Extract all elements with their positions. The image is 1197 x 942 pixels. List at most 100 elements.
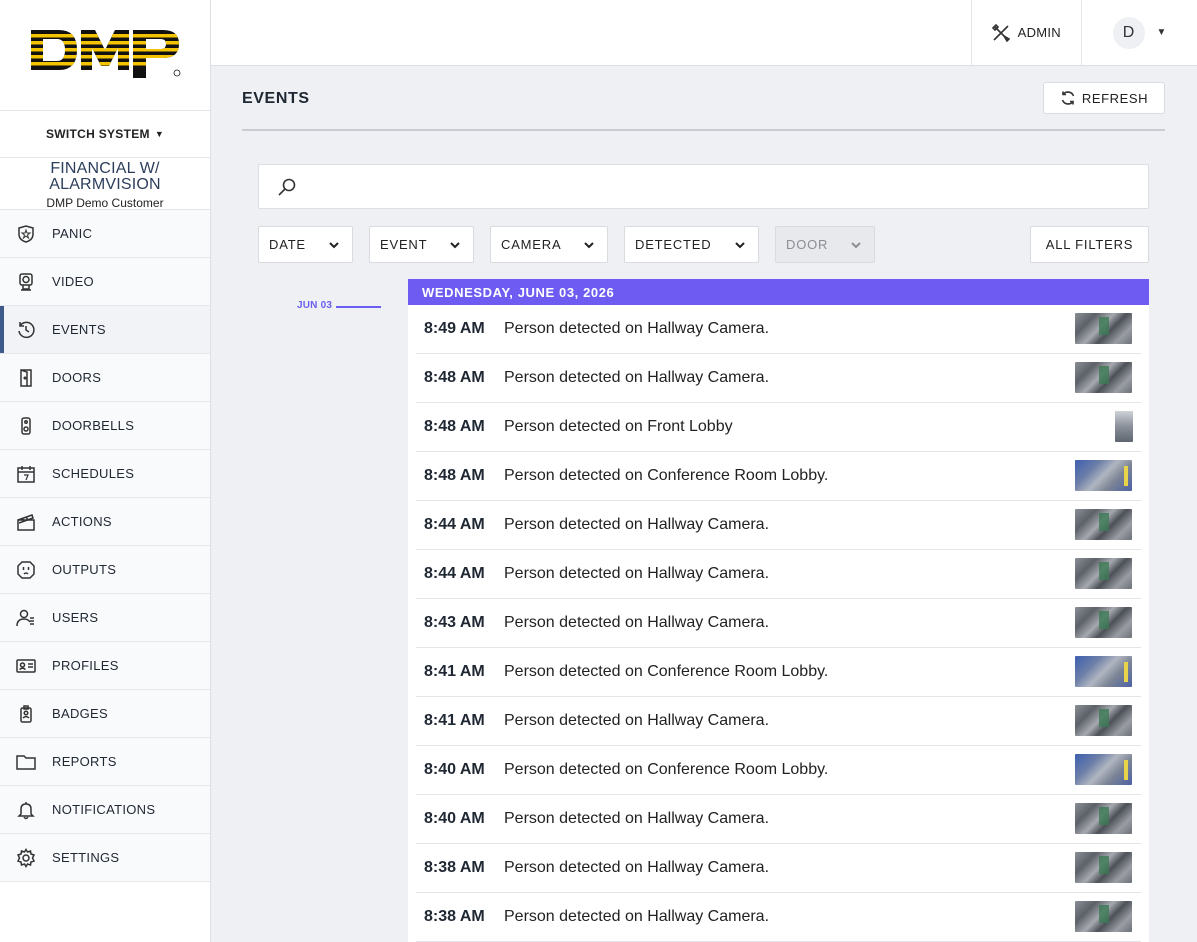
system-info: FINANCIAL W/ ALARMVISION DMP Demo Custom…	[0, 158, 210, 210]
sidebar-item-schedules[interactable]: SCHEDULES	[0, 450, 210, 498]
top-bar: ADMIN D ▼	[211, 0, 1197, 66]
event-time: 8:48 AM	[424, 467, 485, 484]
shield-star-icon	[16, 224, 36, 244]
event-thumbnail[interactable]	[1075, 313, 1132, 344]
event-thumbnail[interactable]	[1075, 705, 1132, 736]
sidebar-item-settings[interactable]: SETTINGS	[0, 834, 210, 882]
system-name: FINANCIAL W/ ALARMVISION	[49, 160, 161, 193]
sidebar-item-actions[interactable]: ACTIONS	[0, 498, 210, 546]
filter-label: DATE	[269, 237, 306, 252]
event-thumbnail[interactable]	[1075, 803, 1132, 834]
event-time: 8:44 AM	[424, 565, 485, 582]
event-description: Person detected on Hallway Camera.	[504, 859, 770, 876]
calendar-icon	[16, 464, 36, 484]
switch-system-button[interactable]: SWITCH SYSTEM ▼	[0, 111, 210, 158]
sidebar-item-users[interactable]: USERS	[0, 594, 210, 642]
event-time: 8:48 AM	[424, 369, 485, 386]
filter-camera[interactable]: CAMERA	[490, 226, 608, 263]
event-time: 8:41 AM	[424, 663, 485, 680]
event-row[interactable]: 8:48 AM Person detected on Hallway Camera…	[416, 354, 1141, 403]
event-row[interactable]: 8:49 AM Person detected on Hallway Camera…	[416, 305, 1141, 354]
event-description: Person detected on Hallway Camera.	[504, 712, 770, 729]
users-icon	[16, 608, 36, 628]
event-thumbnail[interactable]	[1075, 362, 1132, 393]
sidebar-item-profiles[interactable]: PROFILES	[0, 642, 210, 690]
event-row[interactable]: 8:38 AM Person detected on Hallway Camera…	[416, 893, 1141, 942]
admin-button[interactable]: ADMIN	[970, 0, 1081, 65]
divider	[242, 129, 1165, 131]
event-rows: 8:49 AM Person detected on Hallway Camera…	[408, 305, 1149, 942]
event-thumbnail[interactable]	[1075, 509, 1132, 540]
clapperboard-icon	[16, 512, 36, 532]
tools-icon	[991, 23, 1010, 42]
sidebar-item-outputs[interactable]: OUTPUTS	[0, 546, 210, 594]
camera-icon	[16, 272, 36, 292]
search-input[interactable]	[307, 165, 1140, 208]
filter-door: DOOR	[775, 226, 875, 263]
event-thumbnail[interactable]	[1075, 852, 1132, 883]
sidebar-item-label: EVENTS	[52, 322, 106, 337]
refresh-button[interactable]: REFRESH	[1043, 82, 1165, 114]
event-thumbnail[interactable]	[1075, 901, 1132, 932]
chevron-down-icon	[583, 239, 595, 251]
sidebar-item-notifications[interactable]: NOTIFICATIONS	[0, 786, 210, 834]
timeline-date-label: JUN 03	[297, 300, 333, 311]
event-row[interactable]: 8:48 AM Person detected on Front Lobby	[416, 403, 1141, 452]
event-description: Person detected on Hallway Camera.	[504, 810, 770, 827]
event-thumbnail[interactable]	[1075, 460, 1132, 491]
event-row[interactable]: 8:40 AM Person detected on Hallway Camera…	[416, 795, 1141, 844]
filter-date[interactable]: DATE	[258, 226, 353, 263]
filter-label: DETECTED	[635, 237, 712, 252]
badge-icon	[16, 704, 36, 724]
filter-label: CAMERA	[501, 237, 562, 252]
event-time: 8:40 AM	[424, 761, 485, 778]
event-row[interactable]: 8:44 AM Person detected on Hallway Camera…	[416, 501, 1141, 550]
event-row[interactable]: 8:48 AM Person detected on Conference Roo…	[416, 452, 1141, 501]
filter-detected[interactable]: DETECTED	[624, 226, 759, 263]
door-icon	[16, 368, 36, 388]
event-time: 8:48 AM	[424, 418, 485, 435]
sidebar-item-events[interactable]: EVENTS	[0, 306, 210, 354]
chevron-down-icon	[850, 239, 862, 251]
filter-label: DOOR	[786, 237, 829, 252]
id-card-icon	[16, 656, 36, 676]
event-thumbnail[interactable]	[1115, 411, 1133, 442]
filter-event[interactable]: EVENT	[369, 226, 474, 263]
dmp-logo[interactable]	[29, 26, 181, 84]
user-menu[interactable]: D ▼	[1081, 0, 1197, 65]
event-row[interactable]: 8:43 AM Person detected on Hallway Camera…	[416, 599, 1141, 648]
event-description: Person detected on Hallway Camera.	[504, 614, 770, 631]
search-box[interactable]	[258, 164, 1149, 209]
event-description: Person detected on Conference Room Lobby…	[504, 663, 829, 680]
sidebar-item-doors[interactable]: DOORS	[0, 354, 210, 402]
event-thumbnail[interactable]	[1075, 607, 1132, 638]
event-row[interactable]: 8:41 AM Person detected on Conference Roo…	[416, 648, 1141, 697]
folder-icon	[16, 752, 36, 772]
sidebar-item-panic[interactable]: PANIC	[0, 210, 210, 258]
event-row[interactable]: 8:44 AM Person detected on Hallway Camera…	[416, 550, 1141, 599]
event-thumbnail[interactable]	[1075, 558, 1132, 589]
event-description: Person detected on Hallway Camera.	[504, 369, 770, 386]
event-thumbnail[interactable]	[1075, 656, 1132, 687]
sidebar-item-label: ACTIONS	[52, 514, 112, 529]
sidebar-item-label: PROFILES	[52, 658, 119, 673]
event-description: Person detected on Hallway Camera.	[504, 908, 770, 925]
sidebar-item-label: REPORTS	[52, 754, 117, 769]
sidebar-item-video[interactable]: VIDEO	[0, 258, 210, 306]
event-time: 8:49 AM	[424, 320, 485, 337]
event-row[interactable]: 8:41 AM Person detected on Hallway Camera…	[416, 697, 1141, 746]
sidebar-item-doorbells[interactable]: DOORBELLS	[0, 402, 210, 450]
sidebar-item-reports[interactable]: REPORTS	[0, 738, 210, 786]
event-time: 8:40 AM	[424, 810, 485, 827]
event-time: 8:38 AM	[424, 859, 485, 876]
sidebar-item-badges[interactable]: BADGES	[0, 690, 210, 738]
event-row[interactable]: 8:40 AM Person detected on Conference Roo…	[416, 746, 1141, 795]
sidebar-item-label: PANIC	[52, 226, 93, 241]
all-filters-button[interactable]: ALL FILTERS	[1030, 226, 1149, 263]
refresh-icon	[1061, 91, 1075, 105]
page-title: EVENTS	[242, 90, 310, 107]
sidebar-item-label: SETTINGS	[52, 850, 120, 865]
sidebar-item-label: DOORS	[52, 370, 102, 385]
event-row[interactable]: 8:38 AM Person detected on Hallway Camera…	[416, 844, 1141, 893]
event-thumbnail[interactable]	[1075, 754, 1132, 785]
